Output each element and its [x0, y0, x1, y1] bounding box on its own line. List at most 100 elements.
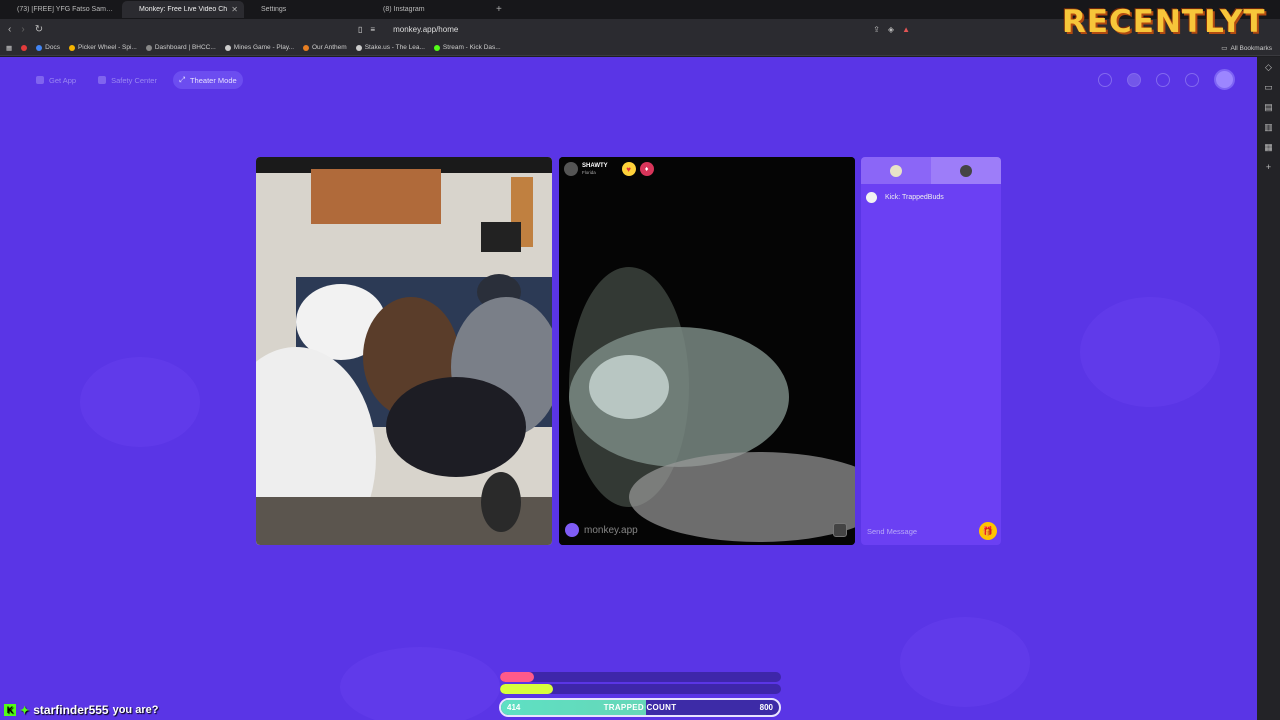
- coin-icon[interactable]: [1127, 72, 1141, 87]
- avatar: [960, 164, 972, 177]
- youtube-icon: [6, 6, 13, 13]
- bookmark-item[interactable]: Stake.us - The Lea...: [355, 44, 425, 51]
- browser-tab-active[interactable]: Monkey: Free Live Video Ch ✕: [122, 1, 244, 18]
- counter-current: 414: [507, 703, 521, 712]
- add-icon[interactable]: +: [1266, 162, 1271, 172]
- bookmark-item[interactable]: Stream - Kick Das...: [433, 44, 501, 51]
- avatar: [890, 164, 902, 177]
- kick-icon: K: [4, 704, 16, 716]
- progress-fill: [500, 672, 534, 682]
- monkey-watermark: monkey.app: [565, 523, 638, 537]
- monkey-icon: [128, 6, 135, 13]
- back-icon[interactable]: ‹: [8, 24, 11, 35]
- search-icon[interactable]: [1098, 72, 1112, 87]
- stake-icon: [355, 44, 362, 51]
- self-video: [256, 157, 552, 545]
- counter-target: 800: [759, 703, 773, 712]
- theater-mode-button[interactable]: ⤢ Theater Mode: [172, 71, 243, 89]
- self-video-frame: [256, 157, 552, 545]
- stream-overlay-title: RECENTLYT: [1062, 4, 1266, 40]
- avatar[interactable]: [1214, 69, 1235, 90]
- report-icon[interactable]: [833, 523, 847, 537]
- bookmark-item[interactable]: Docs: [36, 44, 60, 51]
- bookmark-item[interactable]: [21, 44, 28, 51]
- url-text: monkey.app/home: [393, 25, 459, 34]
- alert-icon[interactable]: ▲: [902, 25, 910, 34]
- kick-icon: [433, 44, 440, 51]
- progress-fill: [500, 684, 554, 694]
- peer-avatar[interactable]: [564, 162, 578, 176]
- top-nav: Get App Safety Center ⤢ Theater Mode: [30, 71, 243, 89]
- peer-video: SHAWTY Florida ♥ ♦ monkey.app: [559, 157, 855, 545]
- counter-label: TRAPPED COUNT: [603, 703, 677, 712]
- get-app-button[interactable]: Get App: [30, 71, 82, 89]
- wheel-icon: [68, 44, 75, 51]
- bookmarks-bar: ▦ Docs Picker Wheel - Spi... Dashboard |…: [0, 40, 1280, 56]
- avatar: [866, 192, 877, 203]
- expand-icon: ⤢: [178, 75, 185, 84]
- bookmark-item[interactable]: Dashboard | BHCC...: [145, 44, 216, 51]
- gift-icon[interactable]: ♦: [639, 162, 654, 176]
- safety-center-button[interactable]: Safety Center: [92, 71, 163, 89]
- bookmark-star-icon[interactable]: ▯: [358, 25, 362, 34]
- peer-name: SHAWTY: [582, 163, 608, 169]
- stake-icon: [224, 44, 231, 51]
- browser-tab[interactable]: Settings: [244, 1, 366, 18]
- browser-tab[interactable]: (73) [FREE] YFG Fatso Sample Typ: [0, 1, 122, 18]
- message-icon[interactable]: [1185, 72, 1199, 87]
- forward-icon[interactable]: ›: [21, 24, 24, 35]
- background-blob: [1080, 297, 1220, 407]
- close-tab-icon[interactable]: ✕: [231, 5, 238, 14]
- url-field[interactable]: ▯ ≡ monkey.app/home ⇪ ◈ ▲: [352, 22, 910, 37]
- shield-icon[interactable]: ◈: [888, 25, 894, 34]
- chat-username: starfinder555: [33, 703, 109, 717]
- stream-chat-line: K ✦ starfinder555 you are?: [4, 703, 158, 717]
- new-tab-button[interactable]: +: [488, 4, 510, 15]
- wallet-icon[interactable]: ▭: [1264, 82, 1273, 93]
- gear-icon: [250, 6, 257, 13]
- site-info-icon[interactable]: ≡: [370, 25, 375, 34]
- shield-icon: [98, 76, 107, 84]
- progress-bar: [500, 684, 781, 694]
- bookmark-item[interactable]: Mines Game - Play...: [224, 44, 294, 51]
- monkey-logo-icon: [565, 523, 579, 537]
- phone-icon: [36, 76, 44, 84]
- chat-tab-peer[interactable]: [931, 157, 1001, 184]
- bookmark-item[interactable]: Picker Wheel - Spi...: [68, 44, 137, 51]
- background-blob: [900, 617, 1030, 707]
- all-bookmarks[interactable]: ▭ All Bookmarks: [1221, 44, 1272, 53]
- chat-message: Kick: TrappedBuds: [861, 184, 1001, 211]
- bookmark-item[interactable]: Our Anthem: [303, 44, 347, 51]
- anthem-icon: [303, 44, 309, 51]
- share-icon[interactable]: ⇪: [873, 25, 880, 34]
- peer-video-frame: [559, 157, 855, 545]
- browser-tab[interactable]: (8) Instagram: [366, 1, 488, 18]
- folder-icon: ▭: [1221, 45, 1228, 52]
- dashboard-icon: [145, 44, 152, 51]
- top-right-actions: [1098, 69, 1235, 90]
- progress-bar: [500, 672, 781, 682]
- sparkle-icon: ✦: [20, 704, 30, 717]
- stream-progress-bars: [500, 672, 781, 696]
- reload-icon[interactable]: ↻: [35, 24, 43, 35]
- chat-text: you are?: [112, 704, 159, 716]
- history-icon[interactable]: ▦: [1264, 142, 1273, 153]
- history-icon[interactable]: [1156, 72, 1170, 87]
- send-message-input[interactable]: Send Message 🎁: [867, 522, 997, 540]
- instagram-icon: [372, 6, 379, 13]
- heart-icon[interactable]: ♥: [621, 162, 636, 176]
- background-blob: [80, 357, 200, 447]
- chat-panel: Kick: TrappedBuds Send Message 🎁: [861, 157, 1001, 545]
- chat-tab-self[interactable]: [861, 157, 931, 184]
- reading-list-icon[interactable]: ▤: [1264, 102, 1273, 113]
- peer-info: SHAWTY Florida ♥ ♦: [564, 162, 654, 176]
- youtube-icon: [21, 44, 28, 51]
- extension-icon[interactable]: ◇: [1265, 62, 1272, 73]
- trapped-counter: 414 TRAPPED COUNT 800: [499, 698, 781, 717]
- apps-grid-icon[interactable]: ▦: [6, 44, 12, 52]
- browser-side-panel: ◇ ▭ ▤ ▥ ▦ +: [1257, 57, 1280, 720]
- gift-button[interactable]: 🎁: [979, 522, 997, 540]
- google-icon: [36, 44, 43, 51]
- bookmarks-icon[interactable]: ▥: [1264, 122, 1273, 133]
- peer-location: Florida: [582, 170, 596, 175]
